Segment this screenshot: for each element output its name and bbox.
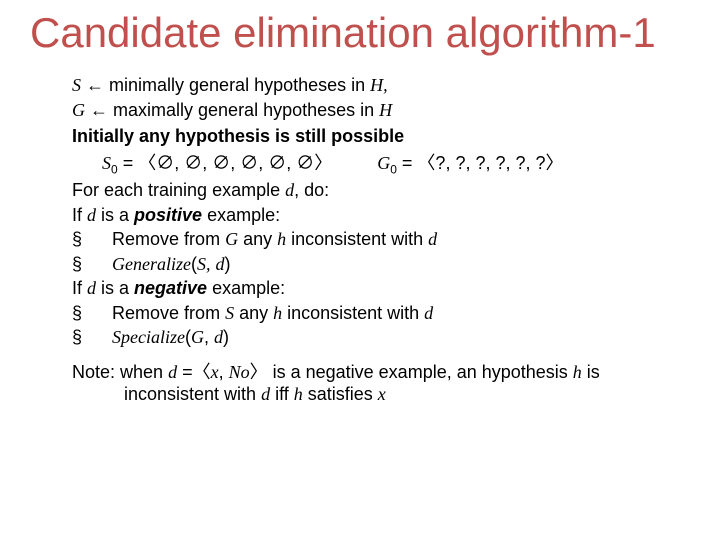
assign-s: S ← minimally general hypotheses in H, (72, 74, 690, 97)
pos-generalize: § Generalize(S, d) (72, 253, 690, 276)
text: any (238, 229, 277, 249)
label-no: No (229, 362, 250, 382)
var-x: x (378, 384, 386, 404)
var-d: d (216, 254, 225, 274)
if-negative: If d is a negative example: (72, 277, 690, 300)
paren-close: ) (225, 254, 231, 274)
s0-g0-line: S0 = 〈∅, ∅, ∅, ∅, ∅, ∅〉 G0 = 〈?, ?, ?, ?… (72, 152, 690, 178)
neg-remove: § Remove from S any h inconsistent with … (72, 302, 690, 325)
initially-line: Initially any hypothesis is still possib… (72, 125, 690, 148)
var-d: d (87, 278, 96, 298)
text: For each training example (72, 180, 285, 200)
var-d: d (87, 205, 96, 225)
var-g: G (191, 327, 204, 347)
slide-body: S ← minimally general hypotheses in H, G… (30, 74, 690, 406)
s0-sub: 0 (111, 162, 118, 176)
var-d: d (261, 384, 270, 404)
neg-specialize: § Specialize(G, d) (72, 326, 690, 349)
text: iff (270, 384, 294, 404)
text: any (234, 303, 273, 323)
var-d: d (168, 362, 177, 382)
assign-g: G ← maximally general hypotheses in H (72, 99, 690, 122)
var-s: S, (197, 254, 211, 274)
fn-name: Specialize (112, 327, 185, 347)
slide: Candidate elimination algorithm-1 S ← mi… (0, 0, 720, 540)
s0-label: S (102, 153, 111, 173)
kind-positive: positive (134, 205, 202, 225)
text: is a (96, 278, 134, 298)
text: Remove from (112, 303, 225, 323)
pos-remove: § Remove from G any h inconsistent with … (72, 228, 690, 251)
text: =〈 (177, 362, 211, 382)
note-line: Note: when d =〈x, No〉 is a negative exam… (72, 361, 690, 406)
if-positive: If d is a positive example: (72, 204, 690, 227)
var-d: d (214, 327, 223, 347)
var-h: h (573, 362, 582, 382)
var-h: h (294, 384, 303, 404)
var-h: H, (370, 75, 388, 95)
paren-close: ) (223, 327, 229, 347)
var-h: h (273, 303, 282, 323)
var-s: S (72, 75, 81, 95)
text: inconsistent with (282, 303, 424, 323)
var-d: d (424, 303, 433, 323)
s0-eq: = 〈∅, ∅, ∅, ∅, ∅, ∅〉 (118, 153, 333, 173)
slide-title: Candidate elimination algorithm-1 (30, 10, 690, 56)
var-d: d (428, 229, 437, 249)
var-d: d (285, 180, 294, 200)
var-h: h (277, 229, 286, 249)
var-g: G (72, 100, 85, 120)
text: If (72, 278, 87, 298)
text: If (72, 205, 87, 225)
text: minimally general hypotheses in (109, 75, 370, 95)
g0-label: G (377, 153, 390, 173)
bullet-icon: § (72, 327, 82, 347)
text: 〉 is a negative example, an hypothesis (250, 362, 573, 382)
text: example: (202, 205, 280, 225)
bullet-icon: § (72, 229, 82, 249)
text: Remove from (112, 229, 225, 249)
text: satisfies (303, 384, 378, 404)
text: , do: (294, 180, 329, 200)
text: is a (96, 205, 134, 225)
g0-eq: = 〈?, ?, ?, ?, ?, ?〉 (397, 153, 564, 173)
comma: , (204, 327, 214, 347)
fn-name: Generalize (112, 254, 191, 274)
kind-negative: negative (134, 278, 207, 298)
var-g: G (225, 229, 238, 249)
var-s: S (225, 303, 234, 323)
var-h: H (379, 100, 392, 120)
text: maximally general hypotheses in (113, 100, 379, 120)
var-x: x (211, 362, 219, 382)
arrow-icon: ← (81, 75, 109, 95)
bullet-icon: § (72, 254, 82, 274)
comma: , (219, 362, 229, 382)
g0-sub: 0 (390, 162, 397, 176)
text: example: (207, 278, 285, 298)
bullet-icon: § (72, 303, 82, 323)
foreach-line: For each training example d, do: (72, 179, 690, 202)
text: inconsistent with (286, 229, 428, 249)
text: Note: when (72, 362, 168, 382)
arrow-icon: ← (85, 100, 113, 120)
